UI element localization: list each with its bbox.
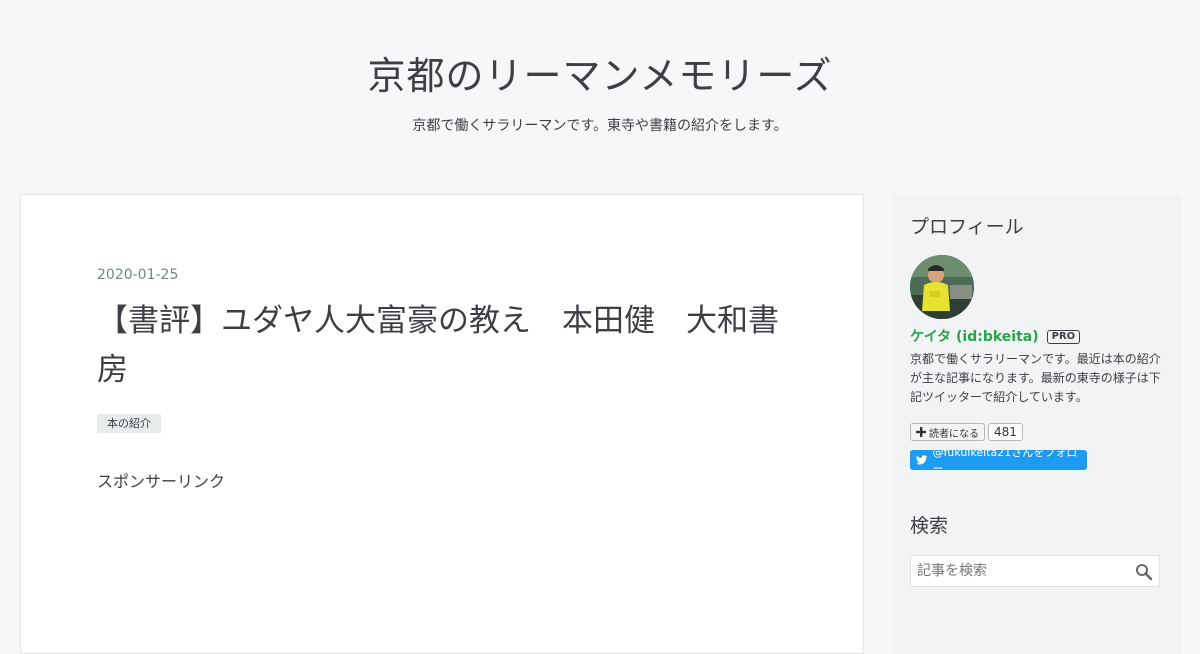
search-button[interactable] [1135, 563, 1153, 581]
blog-title[interactable]: 京都のリーマンメモリーズ [0, 52, 1200, 100]
entry-date[interactable]: 2020-01-25 [97, 266, 178, 284]
twitter-bird-icon [916, 455, 928, 465]
pro-badge[interactable]: PRO [1046, 330, 1081, 344]
avatar[interactable] [910, 255, 974, 319]
twitter-follow-label: @fukuikeita21さんをフォロー [932, 446, 1078, 475]
entry-title[interactable]: 【書評】ユダヤ人大富豪の教え 本田健 大和書房 [97, 297, 787, 395]
subscribe-label: 読者になる [929, 428, 979, 440]
category-tag[interactable]: 本の紹介 [97, 414, 161, 433]
search-input[interactable] [911, 556, 1131, 586]
search-box [910, 555, 1160, 587]
profile-name-link[interactable]: ケイタ (id:bkeita) [910, 328, 1039, 346]
avatar-image [910, 255, 974, 319]
blog-description: 京都で働くサラリーマンです。東寺や書籍の紹介をします。 [412, 118, 788, 134]
search-heading: 検索 [910, 515, 949, 537]
profile-name-row: ケイタ (id:bkeita) PRO [910, 328, 1081, 346]
sponsor-label: スポンサーリンク [97, 472, 226, 491]
search-icon [1136, 564, 1153, 581]
subscribe-row: 読者になる 481 [910, 423, 1023, 441]
entry-main: 2020-01-25 【書評】ユダヤ人大富豪の教え 本田健 大和書房 本の紹介 … [20, 194, 864, 654]
subscribe-button[interactable]: 読者になる [910, 423, 985, 441]
twitter-follow-button[interactable]: @fukuikeita21さんをフォロー [910, 446, 1087, 475]
sidebar: プロフィール ケイタ (id:bkeita) PRO 京都で働くサラリーマンです… [892, 194, 1182, 654]
plus-icon [916, 427, 926, 437]
blog-header: 京都のリーマンメモリーズ 京都で働くサラリーマンです。東寺や書籍の紹介をします。 [0, 0, 1200, 160]
subscriber-count[interactable]: 481 [988, 423, 1023, 441]
profile-description: 京都で働くサラリーマンです。最近は本の紹介が主な記事になります。最新の東寺の様子… [910, 352, 1161, 404]
profile-heading: プロフィール [910, 216, 1024, 238]
